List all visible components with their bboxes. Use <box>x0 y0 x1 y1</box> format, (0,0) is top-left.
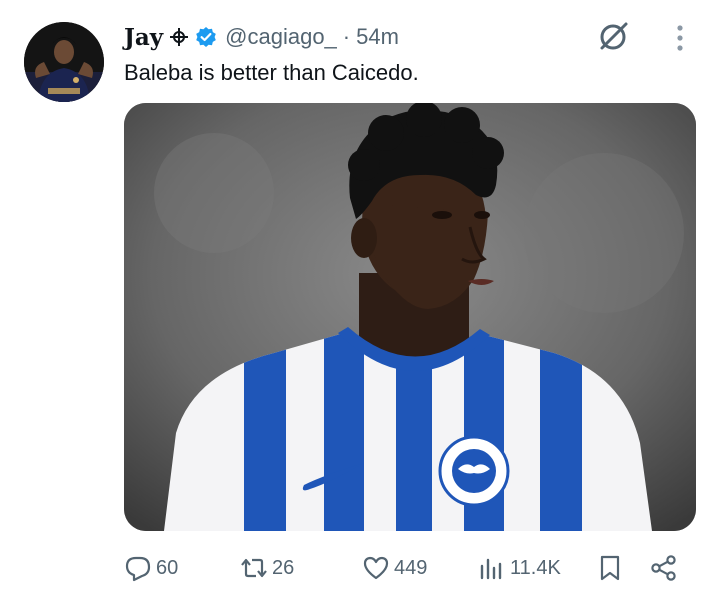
crosshair-symbol-icon <box>169 27 189 47</box>
tweet-photo[interactable] <box>124 103 696 531</box>
reply-icon <box>125 556 151 582</box>
repost-icon <box>241 558 267 578</box>
author-handle[interactable]: @cagiago_ <box>225 24 337 50</box>
action-bar: 60 26 449 11.4K <box>124 548 696 588</box>
repost-button[interactable]: 26 <box>240 548 294 588</box>
reply-button[interactable]: 60 <box>124 548 178 588</box>
like-count: 449 <box>394 556 428 579</box>
repost-count: 26 <box>272 556 295 579</box>
tweet-card: Jay @cagiago_ · 54m Baleba is better tha… <box>0 0 720 598</box>
grok-icon[interactable] <box>596 18 632 54</box>
heart-icon <box>363 556 389 580</box>
tweet-header: Jay @cagiago_ · 54m <box>124 22 399 52</box>
share-button[interactable] <box>650 548 678 588</box>
bookmark-button[interactable] <box>596 548 624 588</box>
views-count: 11.4K <box>510 556 561 579</box>
share-icon <box>651 555 676 581</box>
player-photo <box>124 103 696 531</box>
author-avatar[interactable] <box>24 22 104 102</box>
more-options-icon[interactable] <box>668 22 692 54</box>
like-button[interactable]: 449 <box>362 548 427 588</box>
bookmark-icon <box>600 555 620 581</box>
reply-count: 60 <box>156 556 179 579</box>
author-name[interactable]: Jay <box>124 24 163 51</box>
views-button[interactable]: 11.4K <box>478 548 561 588</box>
verified-badge-icon[interactable] <box>195 26 217 48</box>
avatar-image <box>24 22 104 102</box>
separator-dot: · <box>342 24 351 49</box>
views-chart-icon <box>480 558 502 580</box>
tweet-text: Baleba is better than Caicedo. <box>124 60 419 85</box>
timestamp[interactable]: 54m <box>356 24 399 50</box>
